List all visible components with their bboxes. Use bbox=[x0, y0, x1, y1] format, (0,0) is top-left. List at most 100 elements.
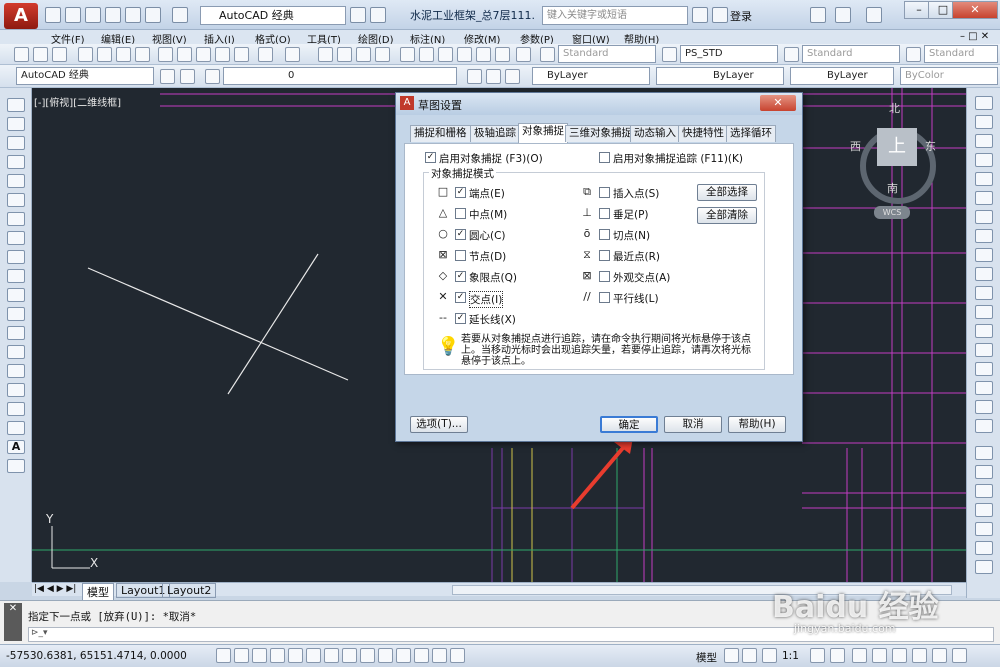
redo-icon[interactable] bbox=[285, 47, 300, 62]
autocad-logo-icon[interactable]: A bbox=[4, 3, 38, 29]
object-snap-icon[interactable] bbox=[306, 648, 321, 663]
draw-order-icon[interactable] bbox=[975, 446, 993, 460]
rectangle-icon[interactable] bbox=[7, 174, 25, 188]
user-icon[interactable] bbox=[712, 7, 728, 23]
rotate-icon[interactable] bbox=[975, 210, 993, 224]
dynamic-ucs-icon[interactable] bbox=[360, 648, 375, 663]
array-icon[interactable] bbox=[975, 172, 993, 186]
qat-dropdown-icon[interactable] bbox=[370, 7, 386, 23]
design-center-icon[interactable] bbox=[419, 47, 434, 62]
quadrant-checkbox[interactable]: ✓ bbox=[455, 271, 466, 282]
dim-style-icon[interactable] bbox=[662, 47, 677, 62]
polar-tracking-icon[interactable] bbox=[288, 648, 303, 663]
viewport-label[interactable]: [-][俯视][二维线框] bbox=[34, 94, 121, 109]
workspace-select[interactable]: AutoCAD 经典 bbox=[200, 6, 346, 25]
region-icon[interactable] bbox=[7, 402, 25, 416]
layer-properties-icon[interactable] bbox=[205, 69, 220, 84]
quickcalc-icon[interactable] bbox=[495, 47, 510, 62]
sheet-set-icon[interactable] bbox=[457, 47, 472, 62]
break-icon[interactable] bbox=[975, 324, 993, 338]
copy-icon[interactable] bbox=[177, 47, 192, 62]
zoom-window-icon[interactable] bbox=[356, 47, 371, 62]
exchange-icon[interactable] bbox=[810, 7, 826, 23]
menu-window-controls[interactable]: – □ ✕ bbox=[960, 31, 989, 42]
polyline-icon[interactable] bbox=[7, 136, 25, 150]
spline-icon[interactable] bbox=[7, 250, 25, 264]
ellipse-icon[interactable] bbox=[7, 269, 25, 283]
hatch-icon[interactable] bbox=[7, 364, 25, 378]
extension-checkbox[interactable]: ✓ bbox=[455, 313, 466, 324]
endpoint-checkbox[interactable]: ✓ bbox=[455, 187, 466, 198]
zoom-previous-icon[interactable] bbox=[375, 47, 390, 62]
block-editor-icon[interactable] bbox=[234, 47, 249, 62]
offset-icon[interactable] bbox=[975, 153, 993, 167]
line-icon[interactable] bbox=[7, 98, 25, 112]
linetype-select[interactable]: ByLayer bbox=[656, 67, 784, 85]
snap-mode-icon[interactable] bbox=[234, 648, 249, 663]
publish-icon[interactable] bbox=[116, 47, 131, 62]
quick-view-layouts-icon[interactable] bbox=[724, 648, 739, 663]
select-all-button[interactable]: 全部选择 bbox=[697, 184, 757, 201]
workspace-switch-icon[interactable] bbox=[852, 648, 867, 663]
insert-block-icon[interactable] bbox=[7, 307, 25, 321]
insertion-checkbox[interactable] bbox=[599, 187, 610, 198]
workspace-gear-icon[interactable] bbox=[350, 7, 366, 23]
lineweight-select[interactable]: ByLayer bbox=[790, 67, 894, 85]
arc-icon[interactable] bbox=[7, 193, 25, 207]
tab-selection-cycling[interactable]: 选择循环 bbox=[726, 125, 776, 142]
mirror-icon[interactable] bbox=[975, 134, 993, 148]
wcs-menu[interactable]: WCS bbox=[874, 206, 910, 219]
pan-icon[interactable] bbox=[318, 47, 333, 62]
dialog-title-bar[interactable]: A 草图设置 ✕ bbox=[396, 93, 802, 115]
binoculars-icon[interactable] bbox=[692, 7, 708, 23]
layer-previous-icon[interactable] bbox=[486, 69, 501, 84]
lineweight-toggle-icon[interactable] bbox=[396, 648, 411, 663]
scale-icon[interactable] bbox=[975, 229, 993, 243]
send-back-icon[interactable] bbox=[975, 484, 993, 498]
text-style-select[interactable]: Standard bbox=[558, 45, 656, 63]
tool-palettes-icon[interactable] bbox=[438, 47, 453, 62]
tab-polar-tracking[interactable]: 极轴追踪 bbox=[470, 125, 520, 142]
quick-view-drawings-icon[interactable] bbox=[742, 648, 757, 663]
join-icon[interactable] bbox=[975, 343, 993, 357]
viewcube-top-face[interactable]: 上 bbox=[877, 128, 917, 166]
coordinate-readout[interactable]: -57530.6381, 65151.4714, 0.0000 bbox=[6, 650, 187, 662]
circle-icon[interactable] bbox=[7, 212, 25, 226]
tab-quick-properties[interactable]: 快捷特性 bbox=[678, 125, 728, 142]
dialog-close-button[interactable]: ✕ bbox=[760, 95, 796, 111]
color-select[interactable]: ByLayer bbox=[532, 67, 650, 85]
text-style-icon[interactable] bbox=[540, 47, 555, 62]
center-checkbox[interactable]: ✓ bbox=[455, 229, 466, 240]
bring-front-icon[interactable] bbox=[975, 465, 993, 479]
multileader-style-select[interactable]: Standard bbox=[924, 45, 998, 63]
ellipse-arc-icon[interactable] bbox=[7, 288, 25, 302]
fillet-icon[interactable] bbox=[975, 381, 993, 395]
move-icon[interactable] bbox=[975, 191, 993, 205]
markup-icon[interactable] bbox=[476, 47, 491, 62]
erase-icon[interactable] bbox=[975, 96, 993, 110]
workspace-select-2[interactable]: AutoCAD 经典 bbox=[16, 67, 154, 85]
copy-object-icon[interactable] bbox=[975, 115, 993, 129]
match-properties-icon[interactable] bbox=[215, 47, 230, 62]
undo-icon[interactable] bbox=[145, 7, 161, 23]
make-current-layer-icon[interactable] bbox=[467, 69, 482, 84]
dim-style-select[interactable]: PS_STD bbox=[680, 45, 778, 63]
tab-dynamic-input[interactable]: 动态输入 bbox=[630, 125, 680, 142]
grid-display-icon[interactable] bbox=[252, 648, 267, 663]
model-space-toggle[interactable]: 模型 bbox=[696, 650, 717, 665]
trim-icon[interactable] bbox=[975, 267, 993, 281]
tab-layout2[interactable]: Layout2 bbox=[162, 583, 217, 598]
annotation-scale[interactable]: 1:1 bbox=[782, 650, 799, 662]
midpoint-checkbox[interactable] bbox=[455, 208, 466, 219]
tab-nav-arrows[interactable]: |◀ ◀ ▶ ▶| bbox=[34, 584, 76, 594]
construction-line-icon[interactable] bbox=[7, 117, 25, 131]
save-icon[interactable] bbox=[85, 7, 101, 23]
3d-osnap-icon[interactable] bbox=[324, 648, 339, 663]
enable-osnap-checkbox[interactable]: ✓ bbox=[425, 152, 436, 163]
tangent-checkbox[interactable] bbox=[599, 229, 610, 240]
dynamic-input-icon[interactable] bbox=[378, 648, 393, 663]
chamfer-icon[interactable] bbox=[975, 362, 993, 376]
properties-icon[interactable] bbox=[400, 47, 415, 62]
polygon-icon[interactable] bbox=[7, 155, 25, 169]
revision-cloud-icon[interactable] bbox=[7, 231, 25, 245]
